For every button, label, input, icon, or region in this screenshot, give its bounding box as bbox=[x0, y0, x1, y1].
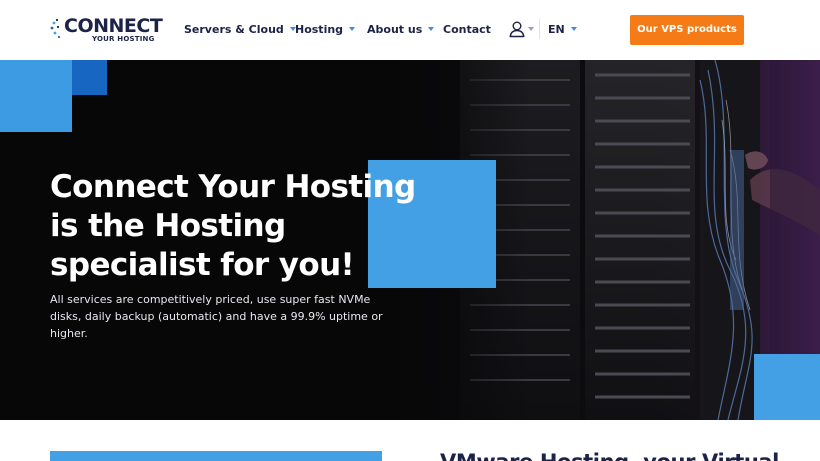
hero-section: Connect Your Hosting is the Hosting spec… bbox=[0, 60, 820, 420]
language-selector[interactable]: EN bbox=[548, 22, 577, 38]
logo[interactable]: CONNECT YOUR HOSTING bbox=[50, 15, 163, 45]
nav-item-servers-cloud[interactable]: Servers & Cloud bbox=[184, 22, 296, 38]
vps-products-button[interactable]: Our VPS products bbox=[630, 15, 744, 45]
logo-tagline: YOUR HOSTING bbox=[92, 35, 155, 43]
divider bbox=[539, 19, 540, 39]
nav-label: About us bbox=[367, 23, 423, 36]
nav-label: Hosting bbox=[295, 23, 344, 36]
logo-wordmark: CONNECT bbox=[64, 15, 163, 37]
chevron-down-icon[interactable] bbox=[528, 27, 534, 31]
chevron-down-icon bbox=[570, 27, 577, 31]
hero-title-line: specialist for you! bbox=[50, 247, 355, 283]
nav-item-contact[interactable]: Contact bbox=[443, 22, 491, 38]
hero-subtitle: All services are competitively priced, u… bbox=[50, 293, 383, 340]
vmware-section: VMware Hosting, your Virtual bbox=[0, 420, 820, 461]
nav-item-about-us[interactable]: About us bbox=[367, 22, 435, 38]
site-header: CONNECT YOUR HOSTING Servers & Cloud Hos… bbox=[0, 0, 820, 60]
user-icon[interactable] bbox=[508, 20, 526, 38]
nav-label: Contact bbox=[443, 23, 491, 36]
nav-label: Servers & Cloud bbox=[184, 23, 284, 36]
hero-title-line: is the Hosting bbox=[50, 208, 286, 244]
decorative-square bbox=[0, 60, 72, 132]
decorative-square bbox=[72, 60, 107, 95]
nav-item-hosting[interactable]: Hosting bbox=[295, 22, 356, 38]
decorative-square bbox=[754, 354, 820, 420]
hero-title: Connect Your Hosting is the Hosting spec… bbox=[50, 168, 430, 285]
section-heading: VMware Hosting, your Virtual bbox=[440, 449, 779, 461]
section-image bbox=[50, 451, 382, 461]
chevron-down-icon bbox=[428, 27, 435, 31]
hero-title-line: Connect Your Hosting bbox=[50, 169, 416, 205]
chevron-down-icon bbox=[349, 27, 356, 31]
language-label: EN bbox=[548, 23, 565, 36]
